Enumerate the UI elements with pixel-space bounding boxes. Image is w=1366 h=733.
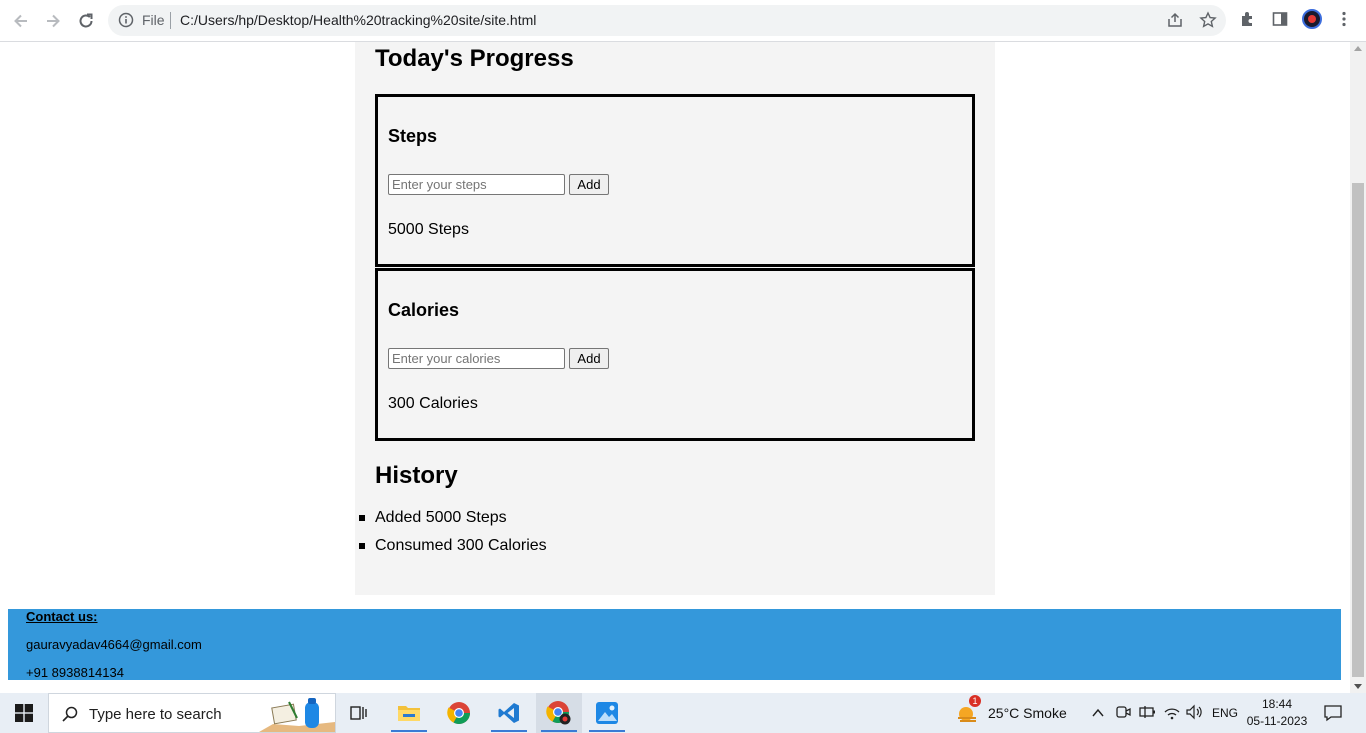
more-menu-icon[interactable] xyxy=(1336,10,1352,33)
progress-heading: Today's Progress xyxy=(375,45,574,72)
side-panel-icon[interactable] xyxy=(1271,10,1289,33)
task-view-button[interactable] xyxy=(336,693,382,733)
vscode-icon xyxy=(498,703,519,723)
reload-icon xyxy=(79,13,93,28)
steps-value: 5000 Steps xyxy=(388,221,469,238)
add-steps-button[interactable]: Add xyxy=(569,174,609,195)
running-indicator xyxy=(491,730,527,732)
steps-card: Steps Add 5000 Steps xyxy=(375,94,975,267)
chrome-icon xyxy=(447,702,470,724)
back-button[interactable] xyxy=(8,8,34,34)
steps-input[interactable] xyxy=(388,174,565,195)
contact-phone: +91 8938814134 xyxy=(26,665,124,680)
windows-logo-icon xyxy=(15,704,33,722)
calories-title: Calories xyxy=(388,300,460,320)
volume-icon[interactable] xyxy=(1185,704,1203,725)
history-item: Added 5000 Steps xyxy=(359,508,547,536)
notifications-icon[interactable] xyxy=(1323,703,1343,728)
browser-toolbar: File C:/Users/hp/Desktop/Health%20tracki… xyxy=(0,0,1366,42)
running-indicator xyxy=(589,730,625,732)
bullet-icon xyxy=(359,543,365,549)
history-item-text: Consumed 300 Calories xyxy=(375,537,547,554)
info-icon[interactable] xyxy=(118,12,134,33)
windows-taskbar: Type here to search 1 25°C Smoke ENG 18:… xyxy=(0,693,1366,733)
address-divider xyxy=(170,12,171,29)
taskbar-clock[interactable]: 18:44 05-11-2023 xyxy=(1240,696,1314,730)
calories-card: Calories Add 300 Calories xyxy=(375,268,975,441)
running-indicator xyxy=(541,730,577,732)
reload-button[interactable] xyxy=(73,8,99,34)
weather-text[interactable]: 25°C Smoke xyxy=(988,705,1067,721)
scroll-down-arrow-icon[interactable] xyxy=(1354,684,1362,689)
contact-footer: Contact us: gauravyadav4664@gmail.com +9… xyxy=(8,609,1341,680)
search-highlight-illustration-icon xyxy=(259,698,335,732)
add-calories-button[interactable]: Add xyxy=(569,348,609,369)
running-indicator xyxy=(391,730,427,732)
contact-email: gauravyadav4664@gmail.com xyxy=(26,637,202,652)
clock-time: 18:44 xyxy=(1261,697,1293,711)
chrome-profile-icon xyxy=(546,701,571,725)
share-icon[interactable] xyxy=(1166,11,1184,34)
chrome-taskbar-button[interactable] xyxy=(436,693,482,733)
contact-heading: Contact us: xyxy=(26,609,98,624)
scroll-up-arrow-icon[interactable] xyxy=(1354,46,1362,51)
page-viewport: Today's Progress Steps Add 5000 Steps Ca… xyxy=(0,42,1350,693)
url-text[interactable]: C:/Users/hp/Desktop/Health%20tracking%20… xyxy=(180,12,536,28)
photos-taskbar-button[interactable] xyxy=(584,693,630,733)
meet-now-icon[interactable] xyxy=(1115,704,1131,725)
history-item-text: Added 5000 Steps xyxy=(375,509,507,526)
vscode-taskbar-button[interactable] xyxy=(486,693,532,733)
history-list: Added 5000 Steps Consumed 300 Calories xyxy=(359,508,547,564)
calories-input[interactable] xyxy=(388,348,565,369)
chevron-up-icon[interactable] xyxy=(1091,706,1105,724)
extensions-puzzle-icon[interactable] xyxy=(1239,10,1257,33)
profile-avatar[interactable] xyxy=(1302,9,1322,29)
chrome-profile-taskbar-button[interactable] xyxy=(536,693,582,733)
forward-arrow-icon xyxy=(47,14,60,28)
bookmark-star-icon[interactable] xyxy=(1199,11,1217,34)
steps-title: Steps xyxy=(388,126,438,146)
forward-button[interactable] xyxy=(40,8,66,34)
search-icon xyxy=(61,705,79,728)
bullet-icon xyxy=(359,515,365,521)
language-indicator[interactable]: ENG xyxy=(1212,706,1238,720)
file-scheme-label: File xyxy=(142,12,165,28)
taskbar-search-box[interactable]: Type here to search xyxy=(48,693,336,733)
battery-icon[interactable] xyxy=(1139,704,1157,725)
vertical-scrollbar[interactable] xyxy=(1350,42,1366,693)
wifi-icon[interactable] xyxy=(1163,704,1181,725)
back-arrow-icon xyxy=(14,14,27,28)
progress-section: Today's Progress Steps Add 5000 Steps Ca… xyxy=(355,42,995,595)
history-item: Consumed 300 Calories xyxy=(359,536,547,564)
calories-value: 300 Calories xyxy=(388,395,478,412)
history-heading: History xyxy=(375,462,458,489)
start-button[interactable] xyxy=(0,693,48,733)
photos-icon xyxy=(596,702,618,724)
address-bar[interactable]: File C:/Users/hp/Desktop/Health%20tracki… xyxy=(108,5,1226,36)
file-explorer-button[interactable] xyxy=(386,693,432,733)
scrollbar-thumb[interactable] xyxy=(1352,183,1364,677)
weather-badge: 1 xyxy=(969,695,981,707)
task-view-icon xyxy=(350,706,367,720)
folder-icon xyxy=(398,706,420,721)
search-placeholder: Type here to search xyxy=(89,706,222,723)
clock-date: 05-11-2023 xyxy=(1246,714,1308,728)
